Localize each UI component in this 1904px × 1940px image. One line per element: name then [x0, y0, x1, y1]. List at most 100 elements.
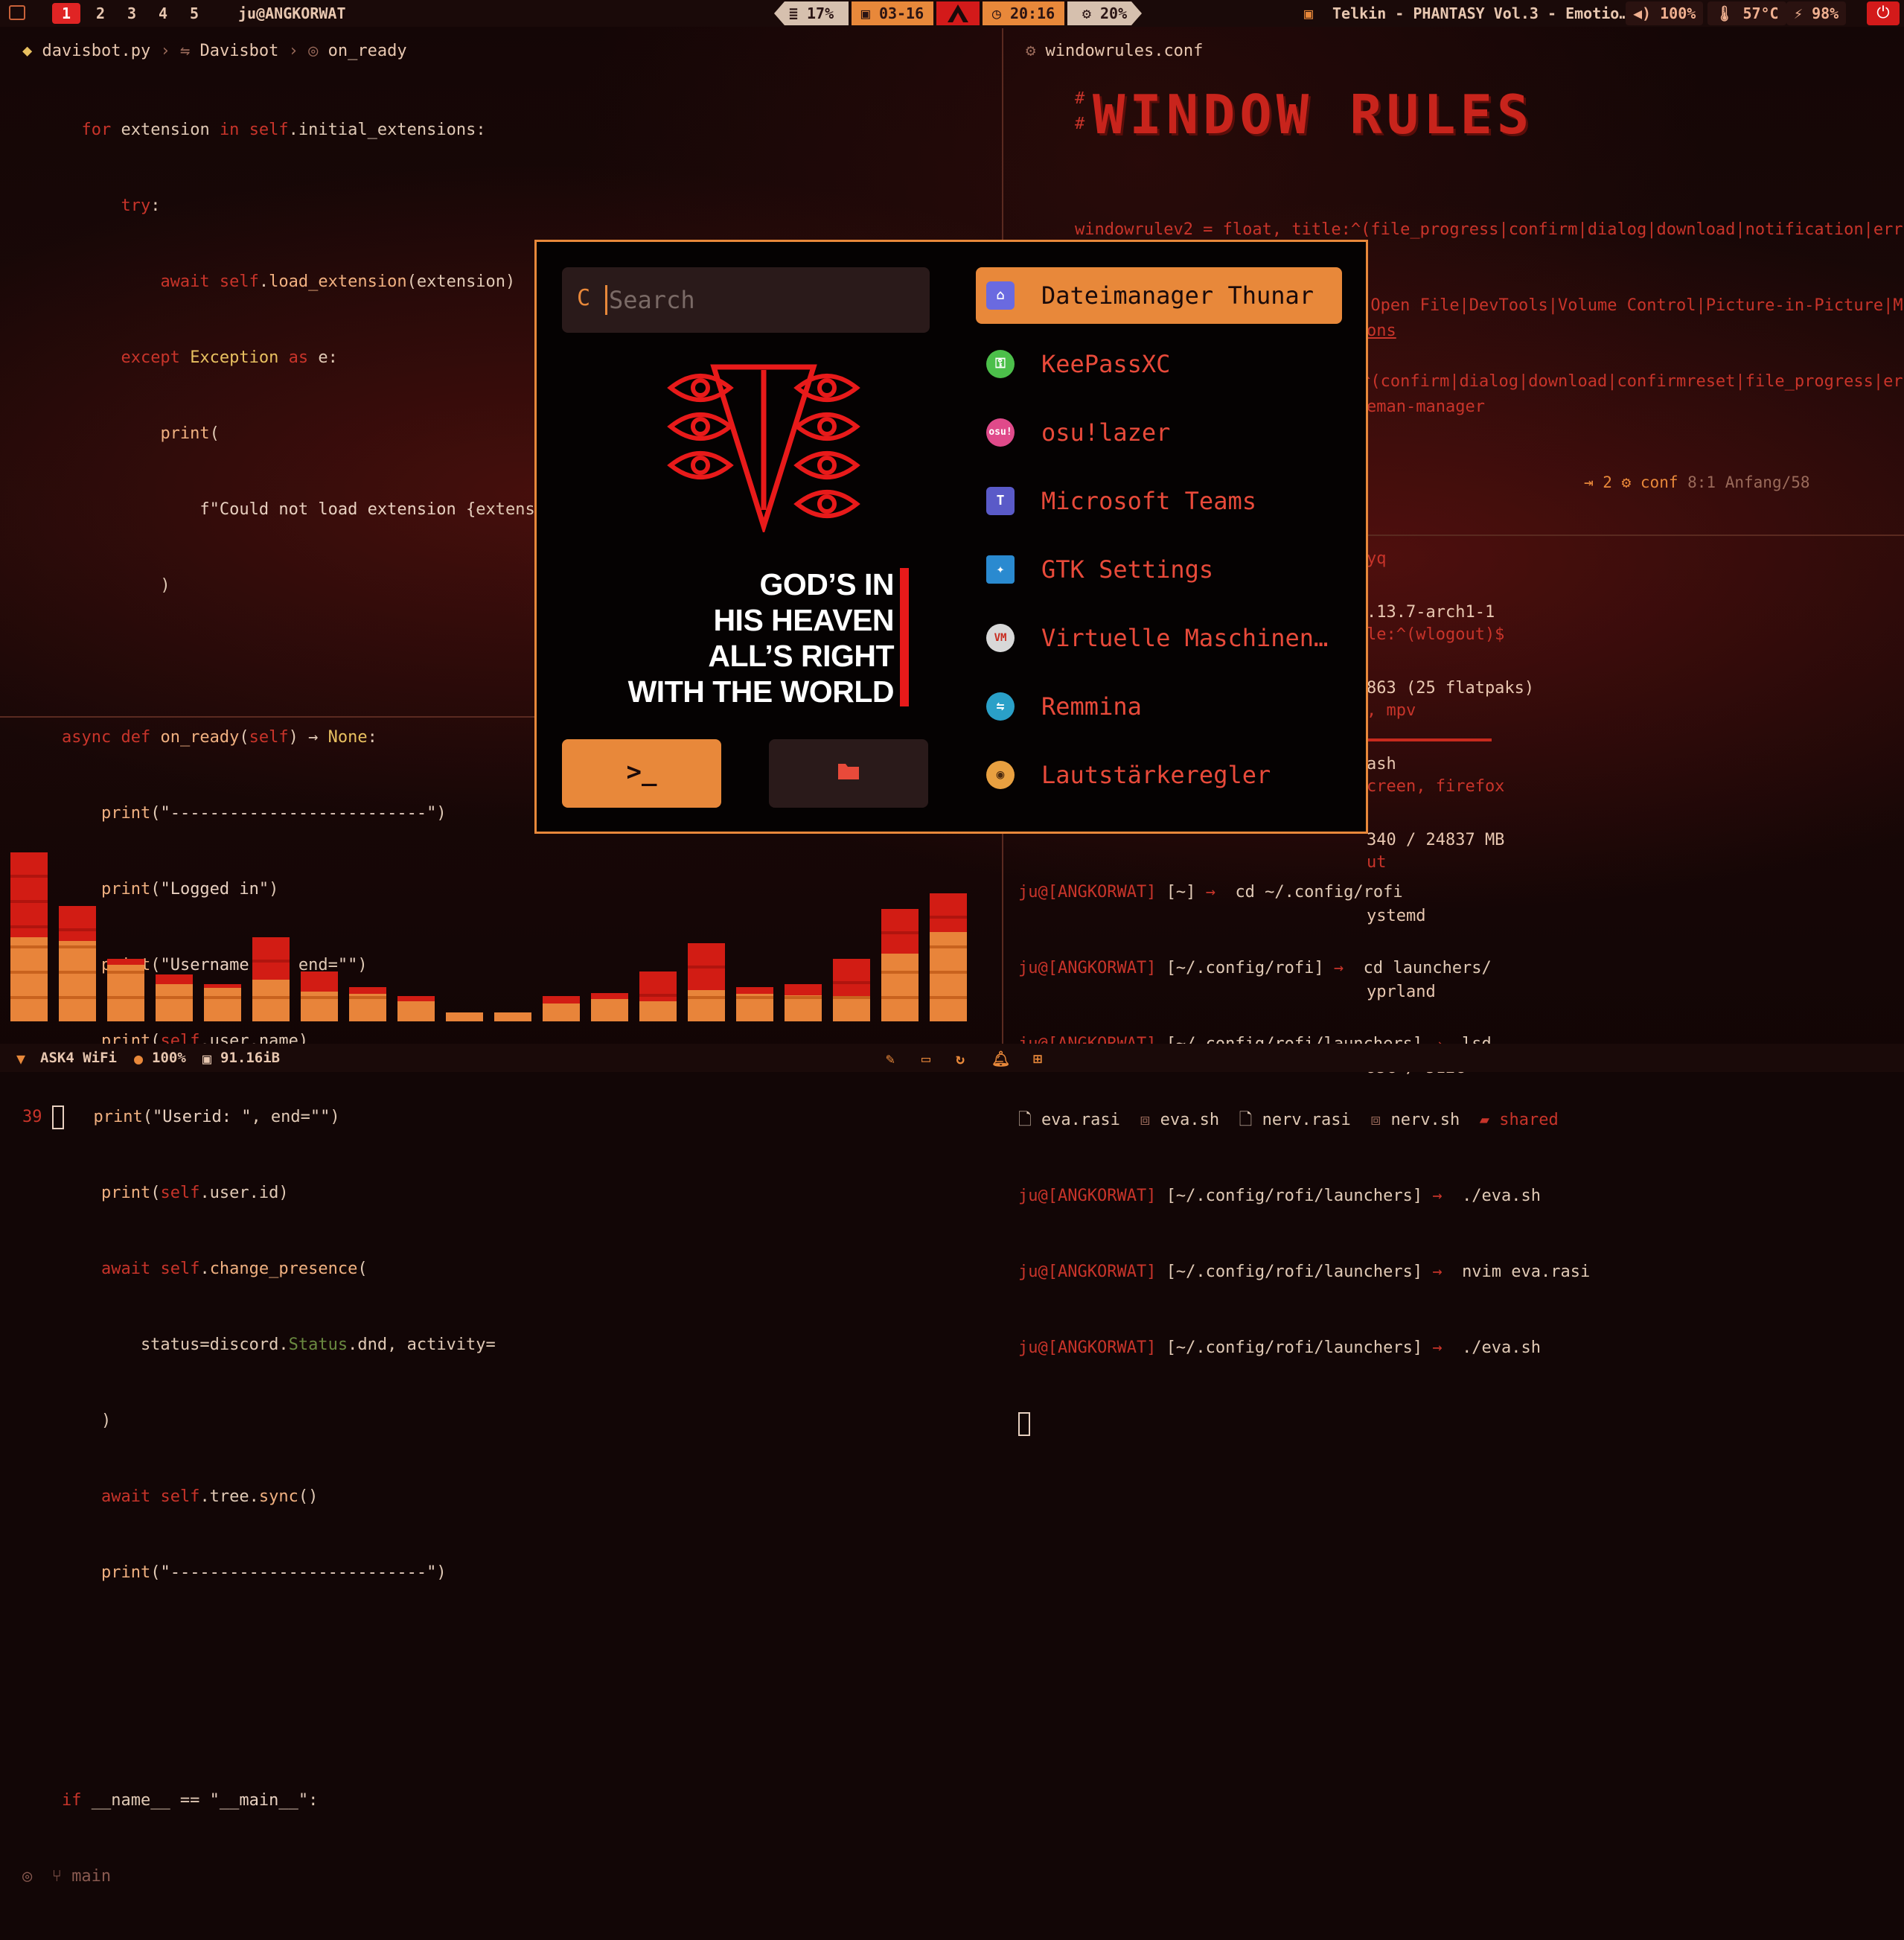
visualizer-bar-peak — [59, 906, 96, 941]
visualizer-bar-peak — [930, 893, 967, 932]
wifi-name[interactable]: ASK4 WiFi — [40, 1044, 117, 1072]
media-icon: ▣ — [1304, 4, 1314, 22]
workspace-3[interactable]: 3 — [118, 3, 146, 24]
quote-line: ALL’S RIGHT — [708, 639, 894, 673]
code-line: print(self.user.id) — [100, 1184, 289, 1202]
sysinfo-line: 863 (25 flatpaks) — [1367, 679, 1535, 698]
clock-icon: ◷ — [991, 4, 1010, 22]
visualizer-bar — [736, 987, 773, 1021]
terminal[interactable]: ju@[ANGKORWAT] [~] → cd ~/.config/rofi j… — [1018, 829, 1590, 1462]
visualizer-bar — [639, 971, 677, 1021]
code-line: try: — [121, 197, 161, 215]
app-label: Microsoft Teams — [1041, 487, 1256, 515]
breadcrumb-class[interactable]: Davisbot — [199, 42, 278, 60]
search-box[interactable]: C Search — [562, 267, 930, 333]
arch-logo-icon[interactable] — [936, 1, 980, 25]
app-item-remmina[interactable]: ⇋ Remmina — [976, 678, 1342, 735]
app-label: Dateimanager Thunar — [1041, 281, 1314, 310]
notification-icon[interactable]: 🔔︎ — [991, 1050, 1010, 1068]
volume-module[interactable]: ◀) 100% — [1626, 1, 1704, 25]
terminal-line: ju@[ANGKORWAT] [~/.config/rofi/launchers… — [1018, 1338, 1542, 1357]
visualizer-bar-peak — [543, 996, 580, 1003]
temperature-module[interactable]: 🌡︎ 57°C — [1707, 1, 1786, 25]
visualizer-bar-peak — [252, 937, 290, 980]
visualizer-bar — [10, 852, 48, 1021]
osu-icon: osu! — [986, 418, 1015, 447]
breadcrumb-method[interactable]: on_ready — [328, 42, 407, 60]
visualizer-bar — [156, 974, 193, 1021]
app-label: KeePassXC — [1041, 350, 1171, 378]
top-bar: 1 2 3 4 5 ju@ANGKORWAT ≣ 17% ▣ 03-16 ◷ 2… — [0, 0, 1904, 27]
visualizer-bar-peak — [639, 971, 677, 1001]
sysinfo-line: .13.7-arch1-1 — [1367, 603, 1495, 622]
date-module[interactable]: ▣ 03-16 — [852, 1, 933, 25]
code-line: await self.tree.sync() — [100, 1487, 319, 1506]
time-module[interactable]: ◷ 20:16 — [983, 1, 1064, 25]
battery-module[interactable]: ⚡︎ 98% — [1786, 1, 1847, 25]
screenshot-icon[interactable]: ▭ — [921, 1050, 930, 1068]
visualizer-bar-peak — [204, 984, 241, 988]
breadcrumb-file[interactable]: davisbot.py — [42, 42, 151, 60]
bottom-bar: ▼ ASK4 WiFi ● 100% ▣ 91.16iB ✎ ▭ ↻ 🔔︎ ⊞ — [0, 1044, 1904, 1072]
app-item-virt-manager[interactable]: VM Virtuelle Maschinen… — [976, 610, 1342, 666]
terminal-cursor — [1018, 1412, 1030, 1436]
gtk-settings-icon: ✦ — [986, 555, 1015, 584]
search-icon: C — [577, 285, 591, 311]
brightness-value[interactable]: 100% — [152, 1044, 186, 1072]
app-item-gtk-settings[interactable]: ✦ GTK Settings — [976, 541, 1342, 598]
visualizer-bar — [107, 959, 144, 1021]
load-module[interactable]: ⚙ 20% — [1067, 1, 1142, 25]
color-picker-icon[interactable]: ✎ — [886, 1050, 895, 1068]
cpu-module[interactable]: ≣ 17% — [774, 1, 849, 25]
visualizer-bar — [785, 984, 822, 1021]
workspace-4[interactable]: 4 — [149, 3, 177, 24]
app-item-thunar[interactable]: ⌂ Dateimanager Thunar — [976, 267, 1342, 324]
code-line: ons — [1367, 322, 1396, 340]
visualizer-bar-peak — [736, 987, 773, 994]
nvim-statusline: ⇥ 2 ⚙ conf 8:1 Anfang/58 — [1584, 473, 1810, 491]
visualizer-bar-peak — [10, 852, 48, 937]
visualizer-bar-peak — [785, 984, 822, 995]
teams-icon: T — [986, 487, 1015, 515]
files-button[interactable] — [769, 739, 928, 808]
disk-value[interactable]: 91.16iB — [220, 1044, 280, 1072]
visualizer-bar-peak — [688, 943, 725, 990]
workspace-1[interactable]: 1 — [52, 3, 80, 24]
workspace-2[interactable]: 2 — [86, 3, 115, 24]
folder-icon: ⌂ — [986, 281, 1015, 310]
refresh-icon[interactable]: ↻ — [956, 1050, 965, 1068]
power-icon[interactable]: ⏻ — [1867, 1, 1900, 25]
code-line: windowrulev2 = float, title:^(file_progr… — [1075, 220, 1903, 239]
terminal-button[interactable]: >_ — [562, 739, 721, 808]
workspace-5[interactable]: 5 — [180, 3, 208, 24]
sysinfo-line: ash — [1367, 755, 1396, 773]
network-icon[interactable]: ⊞ — [1033, 1050, 1042, 1068]
buffer-count: 2 — [1603, 473, 1612, 491]
date-value: 03-16 — [878, 4, 924, 22]
folder-icon: ▰ — [1479, 1111, 1500, 1129]
temperature-value: 57°C — [1742, 4, 1779, 22]
code-line: if __name__ == "__main__": — [61, 1791, 319, 1810]
visualizer-bar — [688, 943, 725, 1021]
code-line: status=discord.Status.dnd, activity= — [22, 1336, 496, 1354]
file-tab[interactable]: ⚙ windowrules.conf — [1026, 42, 1203, 60]
code-line: for extension in self.initial_extensions… — [81, 121, 486, 139]
app-item-keepassxc[interactable]: ⚿ KeePassXC — [976, 336, 1342, 392]
remmina-icon: ⇋ — [986, 692, 1015, 721]
window-icon[interactable] — [9, 5, 25, 20]
script-icon: ⧈ — [1370, 1111, 1391, 1129]
visualizer-bar — [833, 959, 870, 1021]
time-value: 20:16 — [1009, 4, 1055, 22]
load-value: 20% — [1099, 4, 1128, 22]
terminal-line — [1018, 1411, 1590, 1437]
app-item-teams[interactable]: T Microsoft Teams — [976, 473, 1342, 529]
media-title[interactable]: Telkin - PHANTASY Vol.3 - Emotio… — [1332, 0, 1628, 27]
visualizer-bar-peak — [301, 971, 338, 992]
user-host: ju@ANGKORWAT — [238, 4, 346, 22]
search-input[interactable]: Search — [605, 285, 695, 315]
disk-icon: ▣ — [202, 1050, 212, 1068]
app-item-osu[interactable]: osu! osu!lazer — [976, 404, 1342, 461]
app-item-volume-control[interactable]: ◉ Lautstärkeregler — [976, 747, 1342, 803]
visualizer-bar-peak — [591, 993, 628, 999]
